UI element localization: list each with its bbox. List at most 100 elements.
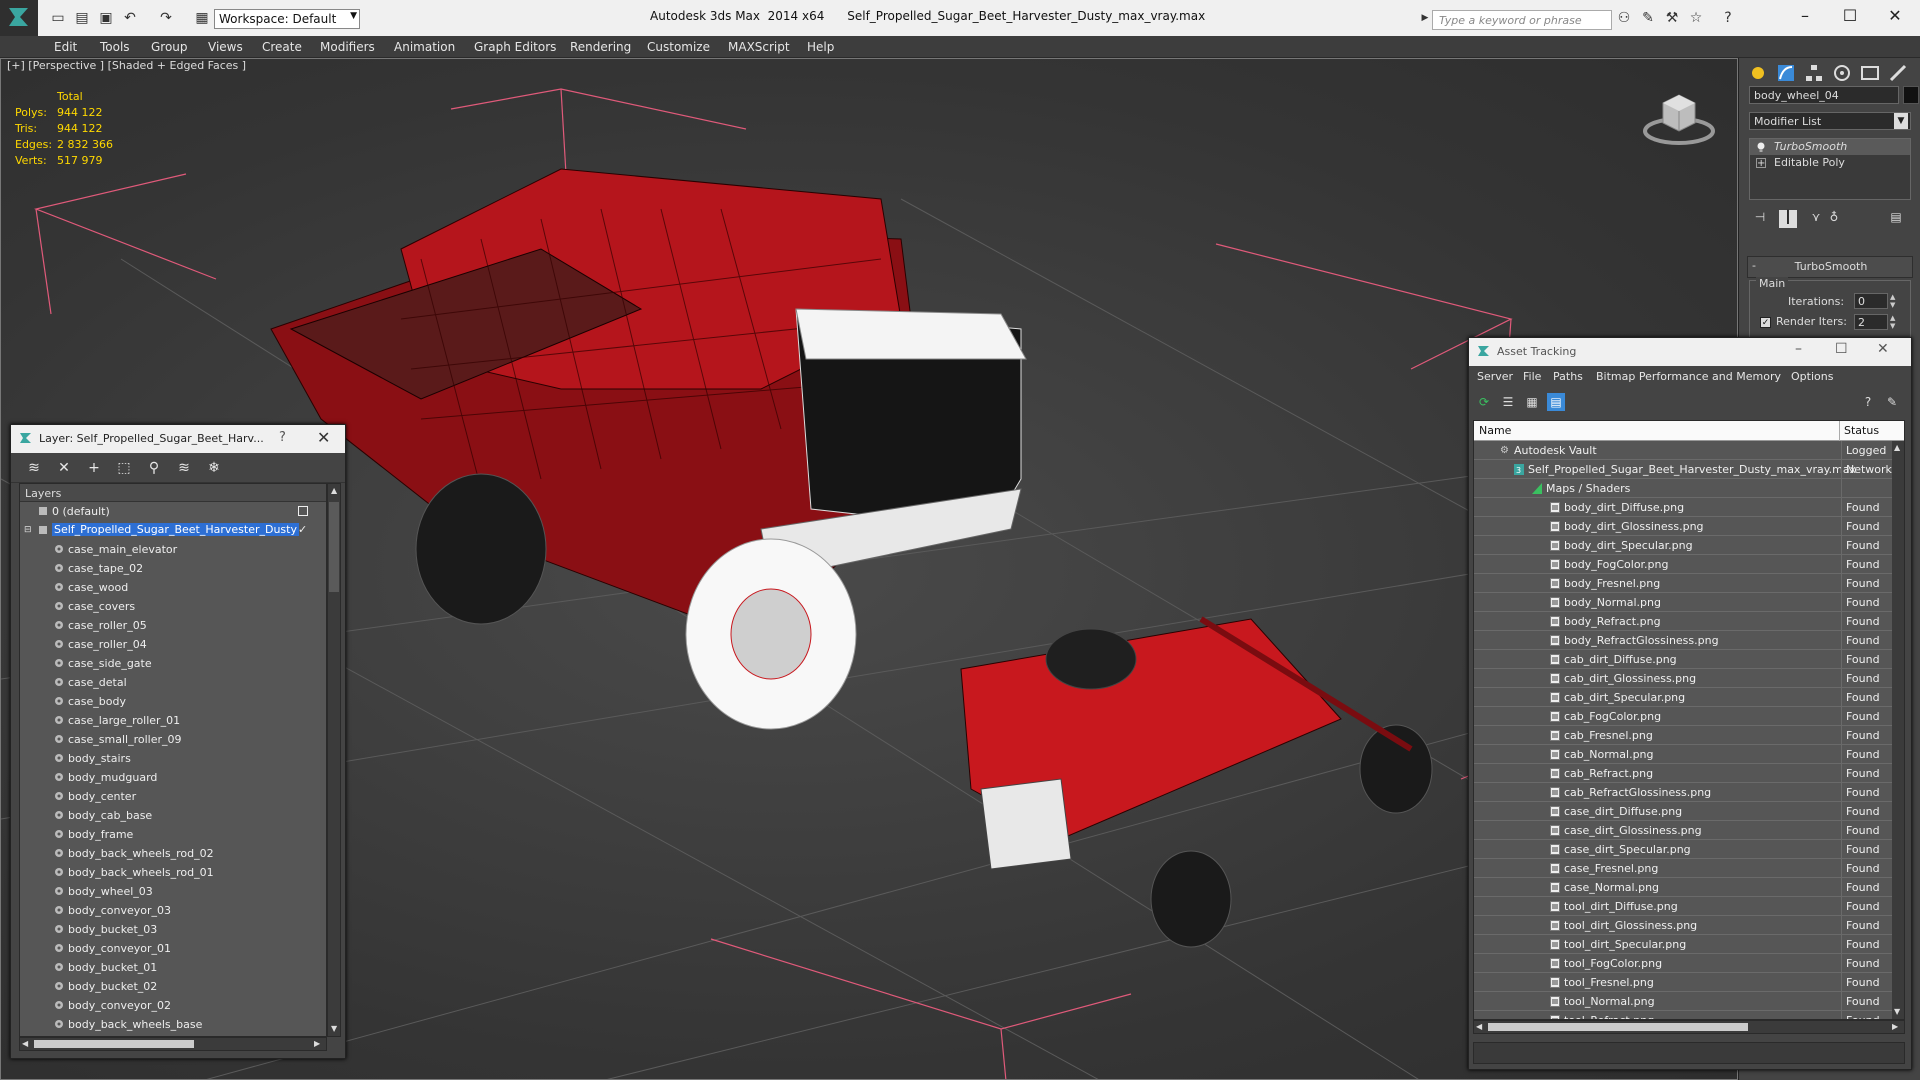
menu-tools[interactable]: Tools — [100, 40, 130, 54]
highlight-editor-icon[interactable]: ✎ — [1883, 393, 1901, 411]
asset-vertical-scrollbar[interactable]: ▲ ▼ — [1892, 441, 1904, 1019]
asset-row-max-file[interactable]: 3 Self_Propelled_Sugar_Beet_Harvester_Du… — [1474, 460, 1892, 479]
layer-row-default[interactable]: 0 (default) — [20, 502, 326, 521]
menu-options[interactable]: Options — [1791, 370, 1833, 383]
column-name-header[interactable]: Name — [1479, 424, 1511, 437]
layer-object-row[interactable]: case_wood — [20, 578, 326, 597]
column-status-header[interactable]: Status — [1844, 424, 1879, 437]
asset-row-map[interactable]: case_dirt_Diffuse.png Found — [1474, 802, 1892, 821]
spinner-arrows-icon[interactable]: ▲ ▼ — [1890, 293, 1898, 309]
asset-row-map[interactable]: body_dirt_Specular.png Found — [1474, 536, 1892, 555]
layer-object-row[interactable]: body_bucket_03 — [20, 920, 326, 939]
asset-row-map[interactable]: cab_Fresnel.png Found — [1474, 726, 1892, 745]
object-name-field[interactable]: body_wheel_04 — [1749, 86, 1899, 104]
asset-row-map[interactable]: cab_FogColor.png Found — [1474, 707, 1892, 726]
asset-row-map[interactable]: tool_dirt_Diffuse.png Found — [1474, 897, 1892, 916]
maximize-button[interactable]: ☐ — [1835, 341, 1848, 357]
close-button[interactable]: ✕ — [1885, 6, 1905, 26]
minimize-button[interactable]: – — [1795, 341, 1802, 357]
subscription-icon[interactable]: ⚒ — [1664, 10, 1680, 26]
help-button[interactable]: ? — [279, 430, 286, 445]
asset-row-vault[interactable]: ⚙ Autodesk Vault Logged — [1474, 441, 1892, 460]
layer-vertical-scrollbar[interactable]: ▲ ▼ — [327, 483, 341, 1037]
layer-object-row[interactable]: body_back_wheels_rod_02 — [20, 844, 326, 863]
scroll-left-icon[interactable]: ◀ — [1476, 1022, 1482, 1031]
project-folder-icon[interactable]: ▦ — [194, 10, 210, 26]
layer-object-row[interactable]: body_frame — [20, 825, 326, 844]
spinner-arrows-icon[interactable]: ▲ ▼ — [1890, 314, 1898, 330]
scroll-right-icon[interactable]: ▶ — [1892, 1022, 1898, 1031]
help-icon[interactable]: ? — [1859, 393, 1877, 411]
add-selection-icon[interactable]: + — [85, 459, 103, 477]
asset-row-map[interactable]: cab_Refract.png Found — [1474, 764, 1892, 783]
layer-object-row[interactable]: body_center — [20, 787, 326, 806]
asset-row-map[interactable]: body_Normal.png Found — [1474, 593, 1892, 612]
layer-object-row[interactable]: body_bucket_02 — [20, 977, 326, 996]
layer-object-row[interactable]: body_cab_base — [20, 806, 326, 825]
minimize-button[interactable]: – — [1795, 6, 1815, 26]
render-iters-checkbox[interactable]: ✓ — [1760, 317, 1771, 328]
scroll-right-icon[interactable]: ▶ — [314, 1039, 320, 1048]
asset-table[interactable]: Name Status ⚙ Autodesk Vault Logged 3 Se… — [1473, 420, 1905, 1020]
pin-stack-icon[interactable]: ⊣ — [1751, 210, 1769, 228]
expand-plus-icon[interactable]: + — [1756, 158, 1766, 169]
workspace-dropdown[interactable]: Workspace: Default ▼ — [214, 9, 360, 29]
new-file-icon[interactable]: ▭ — [50, 10, 66, 26]
layer-object-row[interactable]: case_small_roller_09 — [20, 730, 326, 749]
asset-row-map[interactable]: cab_RefractGlossiness.png Found — [1474, 783, 1892, 802]
render-iters-spinner[interactable]: 2 — [1854, 314, 1888, 330]
layer-object-row[interactable]: case_covers — [20, 597, 326, 616]
layers-column-header[interactable]: Layers — [20, 484, 326, 502]
viewcube[interactable] — [1641, 87, 1717, 154]
menu-customize[interactable]: Customize — [647, 40, 710, 54]
layer-object-row[interactable]: case_main_elevator — [20, 540, 326, 559]
asset-row-maps-group[interactable]: Maps / Shaders — [1474, 479, 1892, 498]
layer-object-row[interactable]: case_large_roller_01 — [20, 711, 326, 730]
layer-object-row[interactable]: case_tape_02 — [20, 559, 326, 578]
asset-row-map[interactable]: cab_dirt_Glossiness.png Found — [1474, 669, 1892, 688]
layer-object-row[interactable]: body_wheel_03 — [20, 882, 326, 901]
show-end-result-icon[interactable]: ┃ — [1779, 210, 1797, 228]
asset-row-map[interactable]: body_dirt_Diffuse.png Found — [1474, 498, 1892, 517]
hierarchy-tab-icon[interactable] — [1803, 62, 1827, 84]
menu-rendering[interactable]: Rendering — [570, 40, 631, 54]
layer-object-row[interactable]: body_stairs — [20, 749, 326, 768]
help-icon[interactable]: ? — [1720, 10, 1736, 26]
asset-horizontal-scrollbar[interactable]: ◀ ▶ — [1473, 1020, 1905, 1034]
layer-object-row[interactable]: case_body — [20, 692, 326, 711]
menu-edit[interactable]: Edit — [54, 40, 77, 54]
search-expand-icon[interactable]: ▶ — [1420, 10, 1430, 26]
menu-animation[interactable]: Animation — [394, 40, 455, 54]
menu-help[interactable]: Help — [807, 40, 834, 54]
iterations-spinner[interactable]: 0 — [1854, 293, 1888, 309]
layer-object-row[interactable]: body_conveyor_01 — [20, 939, 326, 958]
active-check-icon[interactable]: ✓ — [298, 523, 307, 536]
object-color-swatch[interactable] — [1903, 86, 1919, 104]
asset-row-map[interactable]: case_Normal.png Found — [1474, 878, 1892, 897]
menu-graph-editors[interactable]: Graph Editors — [474, 40, 556, 54]
communication-icon[interactable]: ✎ — [1640, 10, 1656, 26]
asset-row-map[interactable]: tool_FogColor.png Found — [1474, 954, 1892, 973]
scroll-thumb[interactable] — [1488, 1023, 1748, 1031]
close-button[interactable]: ✕ — [317, 428, 330, 447]
asset-row-map[interactable]: tool_Normal.png Found — [1474, 992, 1892, 1011]
select-objects-icon[interactable]: ⬚ — [115, 459, 133, 477]
menu-file[interactable]: File — [1523, 370, 1541, 383]
asset-row-map[interactable]: body_RefractGlossiness.png Found — [1474, 631, 1892, 650]
layer-list[interactable]: Layers 0 (default) ⊟ Self_Propelled_Suga… — [19, 483, 327, 1037]
save-icon[interactable]: ▣ — [98, 10, 114, 26]
layer-object-row[interactable]: case_roller_04 — [20, 635, 326, 654]
asset-row-map[interactable]: cab_Normal.png Found — [1474, 745, 1892, 764]
menu-maxscript[interactable]: MAXScript — [728, 40, 790, 54]
highlight-layer-icon[interactable]: ⚲ — [145, 459, 163, 477]
scroll-up-icon[interactable]: ▲ — [331, 486, 337, 495]
layer-object-row[interactable]: body_back_wheels_rod_01 — [20, 863, 326, 882]
stack-item-turbosmooth[interactable]: TurboSmooth — [1750, 139, 1910, 155]
layers-icon[interactable]: ≋ — [25, 459, 43, 477]
scroll-up-icon[interactable]: ▲ — [1894, 443, 1900, 452]
open-file-icon[interactable]: ▤ — [74, 10, 90, 26]
layer-object-row[interactable]: body_back_wheels_base — [20, 1015, 326, 1034]
list-view-icon[interactable]: ☰ — [1499, 393, 1517, 411]
asset-row-map[interactable]: cab_dirt_Diffuse.png Found — [1474, 650, 1892, 669]
thumbnail-view-icon[interactable]: ▦ — [1523, 393, 1541, 411]
